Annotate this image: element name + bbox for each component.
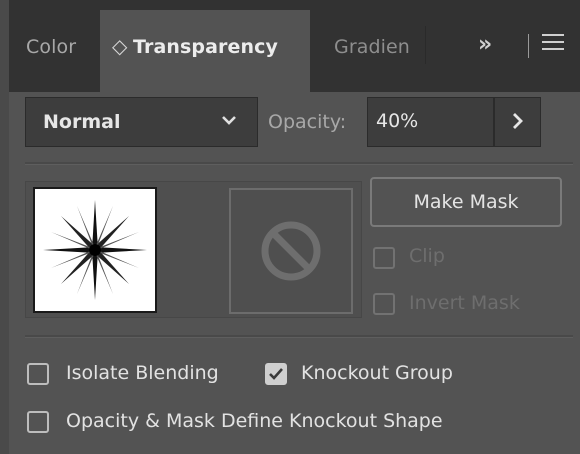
opacity-label: Opacity:	[268, 111, 347, 133]
starburst-image	[43, 200, 147, 300]
mask-thumbnail-slot	[229, 188, 353, 314]
tab-divider	[425, 26, 426, 64]
tab-color[interactable]: Color	[26, 36, 76, 58]
opacity-mask-knockout-label: Opacity & Mask Define Knockout Shape	[66, 410, 443, 432]
tab-gradient[interactable]: Gradien	[334, 36, 424, 58]
blend-mode-dropdown[interactable]: Normal	[25, 97, 258, 147]
left-edge	[0, 0, 9, 454]
isolate-blending-label: Isolate Blending	[66, 362, 219, 384]
divider	[25, 335, 573, 338]
opacity-mask-knockout-checkbox[interactable]	[27, 411, 49, 433]
tab-transparency[interactable]: Transparency	[133, 36, 278, 58]
divider	[25, 162, 573, 165]
chevron-right-icon	[509, 106, 527, 142]
checkmark-icon	[269, 368, 283, 380]
opacity-input[interactable]: 40%	[367, 97, 494, 147]
make-mask-button[interactable]: Make Mask	[370, 177, 562, 227]
invert-mask-checkbox[interactable]	[373, 293, 395, 315]
clip-label: Clip	[409, 245, 445, 267]
knockout-group-checkbox[interactable]	[265, 363, 287, 385]
opacity-slider-button[interactable]	[494, 97, 541, 147]
menu-divider	[528, 34, 529, 58]
opacity-value: 40%	[376, 110, 419, 132]
blend-mode-value: Normal	[43, 111, 121, 133]
no-mask-icon	[261, 221, 321, 281]
chevron-down-icon	[221, 108, 237, 137]
invert-mask-label: Invert Mask	[409, 292, 520, 314]
knockout-group-label: Knockout Group	[301, 362, 453, 384]
clip-checkbox[interactable]	[373, 247, 395, 269]
artwork-thumbnail[interactable]	[33, 187, 157, 313]
expand-collapse-icon[interactable]: ◇	[112, 34, 127, 58]
more-tabs-icon[interactable]: »	[478, 32, 492, 57]
panel-menu-icon[interactable]	[542, 34, 564, 58]
isolate-blending-checkbox[interactable]	[27, 363, 49, 385]
